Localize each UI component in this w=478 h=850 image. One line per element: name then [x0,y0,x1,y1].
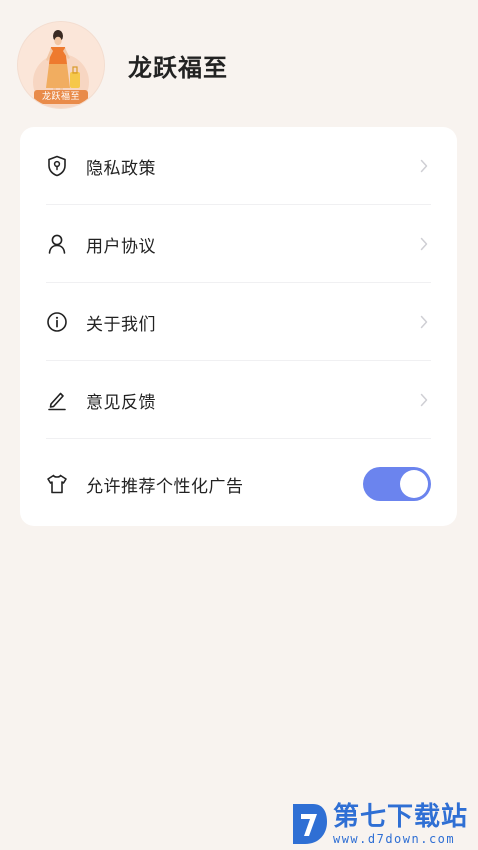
personalized-ads-label: 允许推荐个性化广告 [86,476,244,497]
info-icon [46,311,68,333]
chevron-right-icon [417,393,431,407]
shirt-icon [46,473,68,495]
d7-logo-icon [289,802,329,846]
settings-card: 隐私政策 用户协议 关于我们 意见反馈 允许推荐个性化广告 [20,127,457,526]
watermark-title: 第七下载站 [332,802,468,832]
divider [46,438,431,439]
watermark: 第七下载站 www.d7down.com [289,802,468,846]
profile-header: 龙跃福至 龙跃福至 [18,22,228,108]
menu-item-privacy-policy[interactable]: 隐私政策 [20,127,457,205]
pen-icon [46,389,68,411]
user-icon [46,233,68,255]
personalized-ads-toggle[interactable] [363,467,431,501]
chevron-right-icon [417,315,431,329]
menu-item-label: 关于我们 [86,314,156,335]
menu-item-label: 隐私政策 [86,158,156,179]
menu-item-label: 意见反馈 [86,392,156,413]
chevron-right-icon [417,237,431,251]
app-name: 龙跃福至 [128,53,228,82]
menu-item-feedback[interactable]: 意见反馈 [20,361,457,439]
menu-item-label: 用户协议 [86,236,156,257]
avatar[interactable]: 龙跃福至 [18,22,104,108]
menu-item-about-us[interactable]: 关于我们 [20,283,457,361]
menu-item-user-agreement[interactable]: 用户协议 [20,205,457,283]
toggle-knob [400,470,428,498]
chevron-right-icon [417,159,431,173]
watermark-url: www.d7down.com [332,832,456,846]
personalized-ads-row: 允许推荐个性化广告 [20,444,457,524]
shield-icon [46,155,68,177]
avatar-tag: 龙跃福至 [34,90,88,104]
